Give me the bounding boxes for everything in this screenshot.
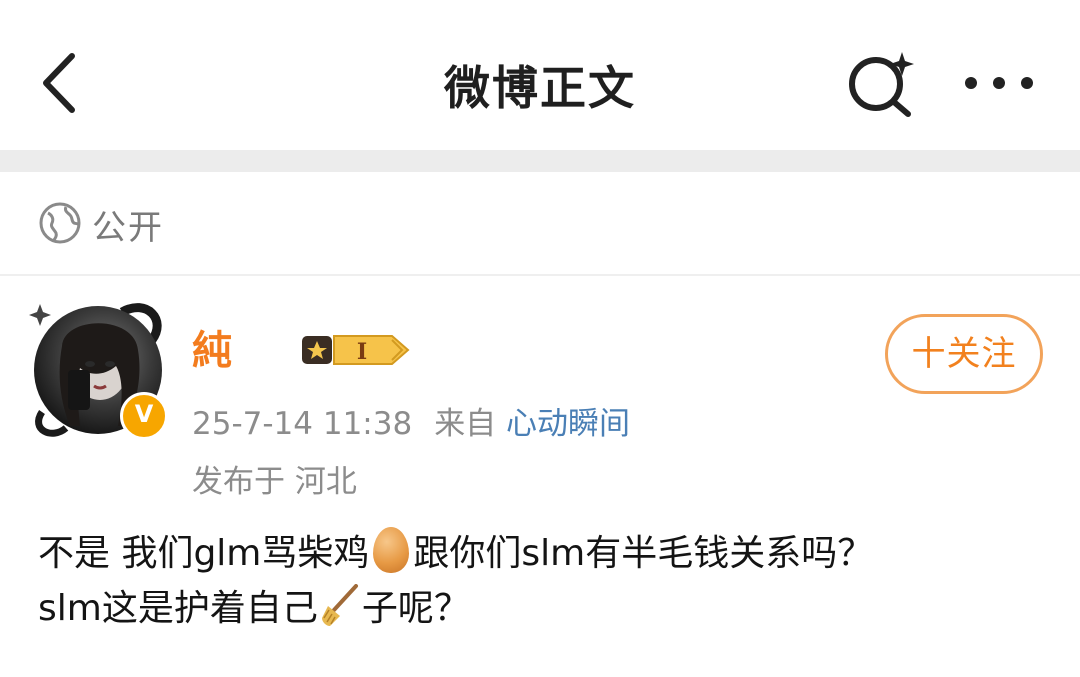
content-text: 子呢？ bbox=[361, 588, 470, 629]
level-text: I bbox=[357, 339, 367, 365]
visibility-label: 公开 bbox=[92, 208, 164, 248]
search-button[interactable] bbox=[840, 46, 920, 120]
more-button[interactable] bbox=[955, 58, 1045, 108]
section-separator bbox=[0, 150, 1080, 172]
egg-emoji bbox=[373, 527, 410, 573]
v-verified-icon: V bbox=[120, 392, 168, 440]
source-prefix: 来自 bbox=[434, 406, 497, 442]
content-text: slm这是护着自己 bbox=[38, 588, 318, 629]
source-link[interactable]: 心动瞬间 bbox=[506, 406, 630, 442]
globe-icon bbox=[39, 202, 81, 244]
content-text: 跟你们slm有半毛钱关系吗？ bbox=[413, 533, 874, 574]
author-avatar[interactable]: V bbox=[22, 292, 172, 442]
broom-emoji bbox=[321, 584, 358, 626]
content-text: 不是 我们glm骂柴鸡 bbox=[38, 533, 370, 574]
level-badge-icon: I bbox=[302, 335, 410, 365]
divider bbox=[0, 274, 1080, 276]
post-meta: 25-7-14 11:38 来自 心动瞬间 bbox=[192, 398, 630, 443]
post-date: 25-7-14 11:38 bbox=[192, 406, 413, 442]
sparkle-search-icon bbox=[849, 52, 914, 117]
top-bar: 微博正文 bbox=[0, 0, 1080, 150]
more-horizontal-icon bbox=[965, 77, 1033, 89]
author-name[interactable]: 純 bbox=[192, 318, 232, 376]
post-location: 发布于 河北 bbox=[192, 464, 357, 500]
follow-button[interactable]: 十关注 bbox=[885, 314, 1043, 394]
post-content: 不是 我们glm骂柴鸡 跟你们slm有半毛钱关系吗？ slm这是护着自己 子呢？ bbox=[38, 526, 1048, 636]
